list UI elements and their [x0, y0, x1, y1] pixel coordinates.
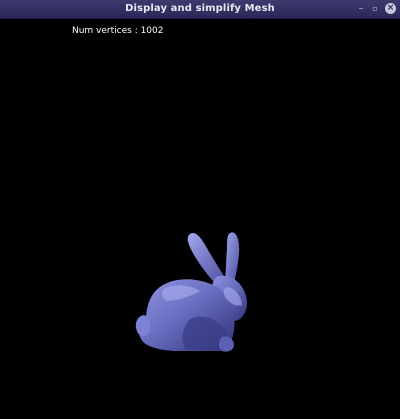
bunny-front-ear: [225, 232, 240, 283]
window-title: Display and simplify Mesh: [125, 3, 275, 14]
bunny-mesh[interactable]: [130, 227, 255, 355]
application-window: Display and simplify Mesh – ▫ × Num vert…: [0, 0, 400, 419]
title-bar[interactable]: Display and simplify Mesh – ▫ ×: [0, 0, 400, 19]
close-button[interactable]: ×: [385, 3, 396, 14]
minimize-button[interactable]: –: [356, 3, 366, 15]
render-viewport[interactable]: Num vertices : 1002: [0, 19, 400, 419]
vertex-count-label: Num vertices : 1002: [72, 26, 164, 36]
maximize-button[interactable]: ▫: [370, 3, 380, 15]
